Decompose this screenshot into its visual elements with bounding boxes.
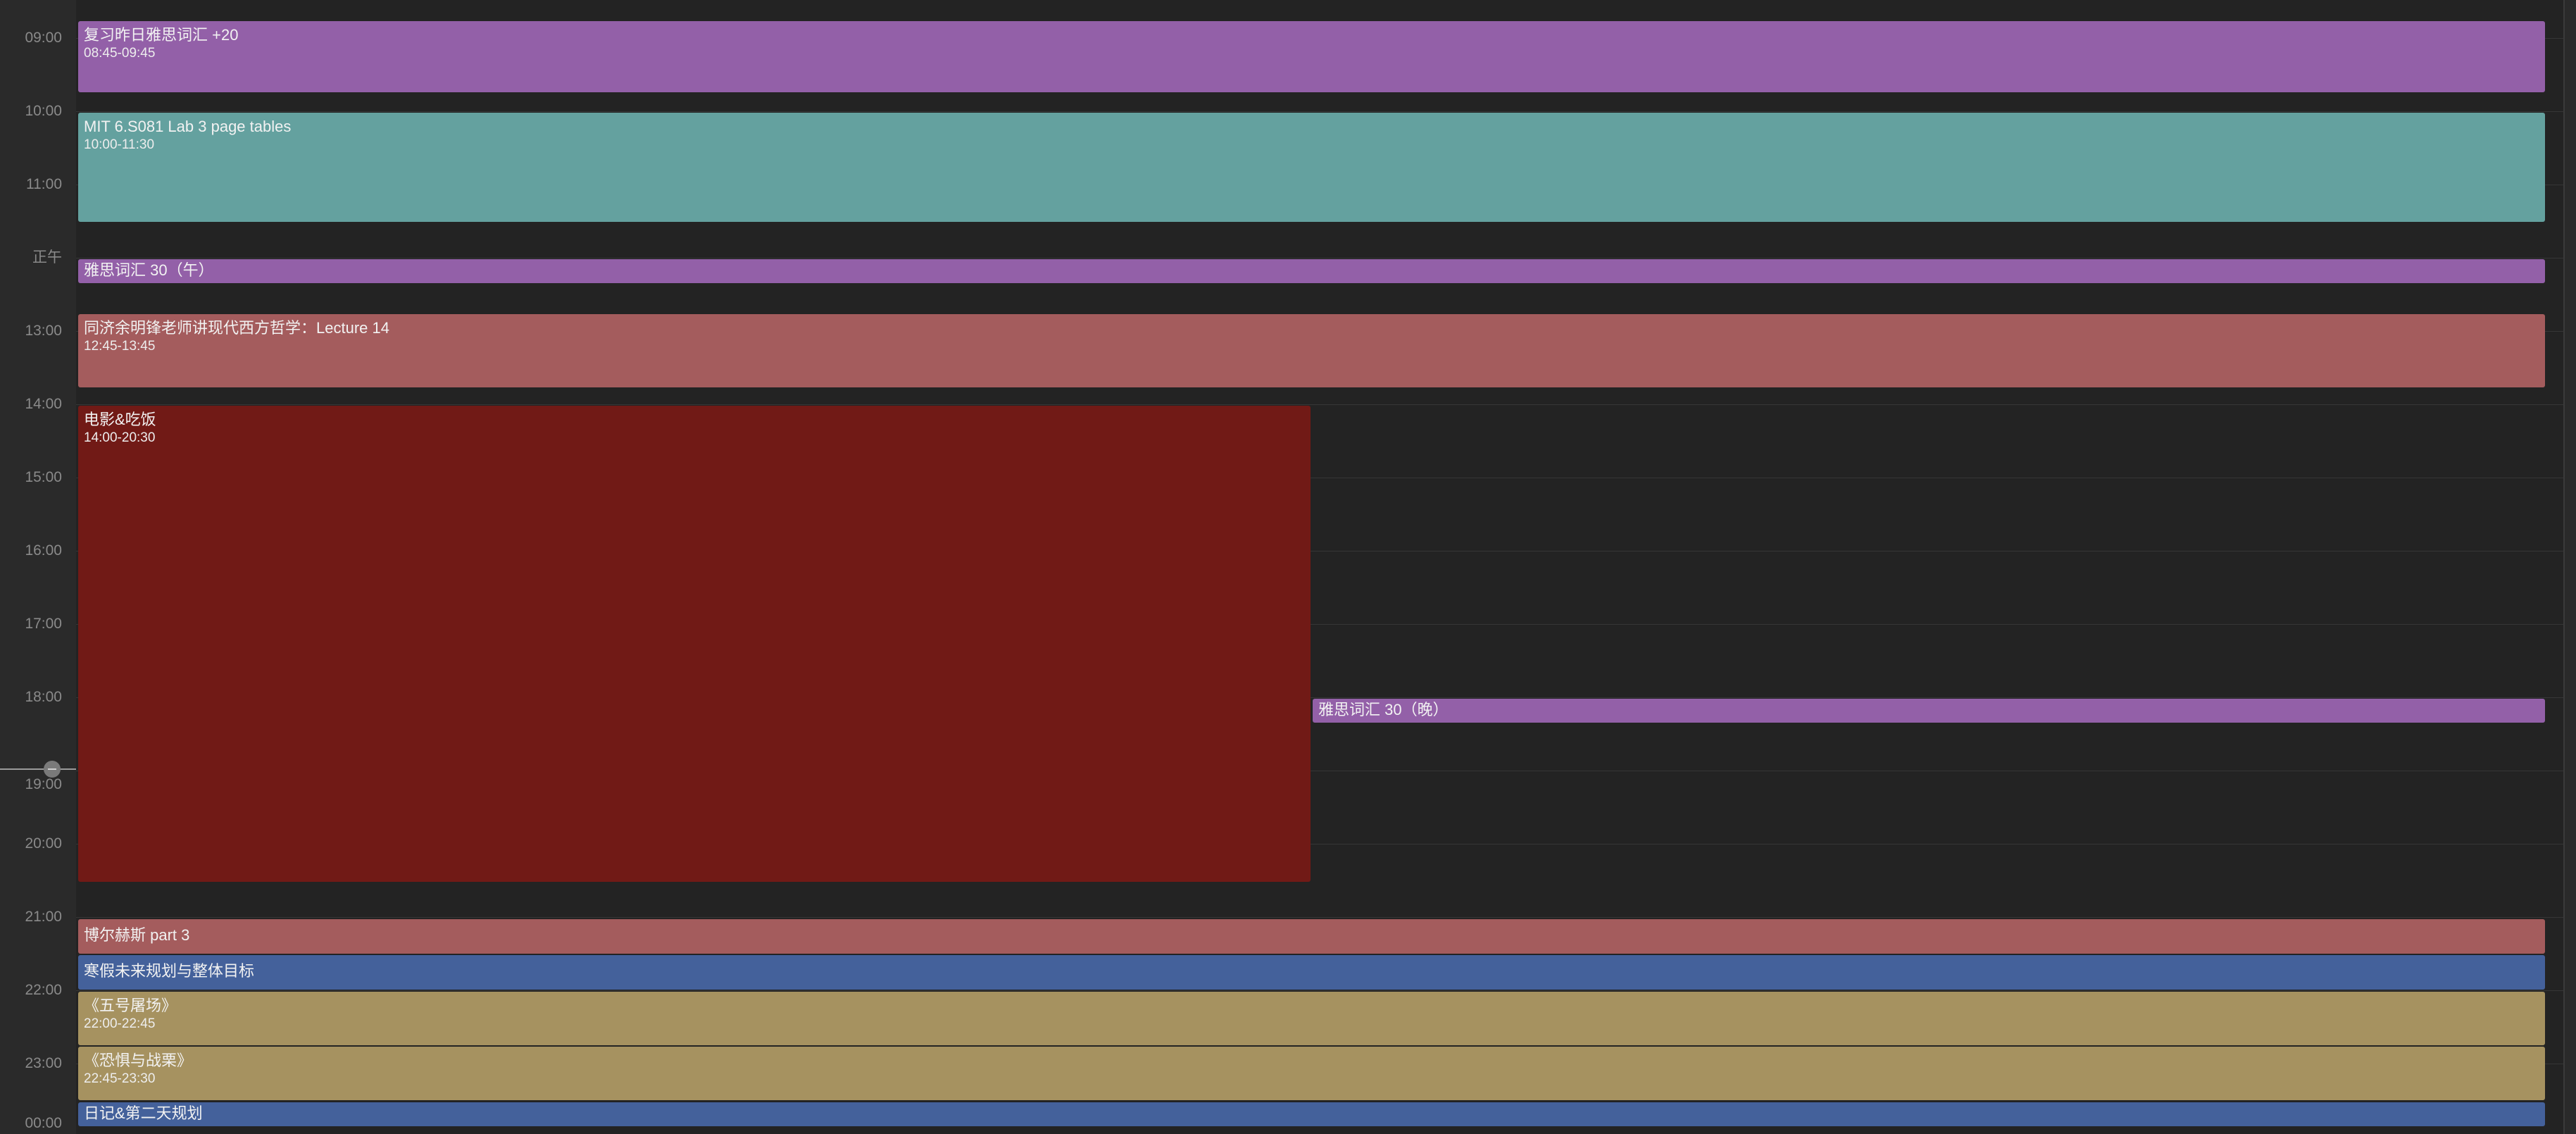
hour-label: 19:00 bbox=[25, 776, 62, 792]
event-time: 14:00-20:30 bbox=[84, 430, 156, 445]
hour-label: 17:00 bbox=[25, 616, 62, 632]
window-edge bbox=[2563, 0, 2576, 1134]
event-title: 雅思词汇 30（午） bbox=[84, 261, 214, 279]
event-time: 22:45-23:30 bbox=[84, 1071, 156, 1086]
current-time-indicator-icon bbox=[44, 761, 61, 778]
calendar-day-view: 09:00 10:00 11:00 正午 13:00 14:00 15:00 1… bbox=[0, 0, 2576, 1134]
event-title: 同济余明锋老师讲现代西方哲学：Lecture 14 bbox=[84, 319, 389, 337]
event-title: 日记&第二天规划 bbox=[84, 1104, 203, 1122]
hour-label: 23:00 bbox=[25, 1055, 62, 1071]
hour-gridline bbox=[76, 990, 2563, 991]
hour-label: 09:00 bbox=[25, 30, 62, 46]
event-slaughterhouse-five[interactable]: 《五号屠场》 22:00-22:45 bbox=[78, 992, 2545, 1045]
hour-label: 21:00 bbox=[25, 909, 62, 925]
event-time: 10:00-11:30 bbox=[84, 137, 155, 152]
event-time: 22:00-22:45 bbox=[84, 1016, 156, 1031]
event-title: 寒假未来规划与整体目标 bbox=[84, 962, 255, 980]
hour-label: 11:00 bbox=[26, 176, 62, 192]
hour-label: 15:00 bbox=[25, 469, 62, 485]
event-title: 《五号屠场》 bbox=[84, 997, 177, 1014]
event-ielts-noon[interactable]: 雅思词汇 30（午） bbox=[78, 259, 2545, 283]
hour-label: 22:00 bbox=[25, 982, 62, 998]
event-title: 《恐惧与战栗》 bbox=[84, 1052, 193, 1069]
event-title: 复习昨日雅思词汇 +20 bbox=[84, 26, 239, 44]
event-ielts-evening[interactable]: 雅思词汇 30（晚） bbox=[1313, 699, 2545, 723]
event-time: 12:45-13:45 bbox=[84, 339, 156, 354]
hour-label: 13:00 bbox=[25, 323, 62, 339]
event-time: 08:45-09:45 bbox=[84, 46, 156, 61]
hour-label: 14:00 bbox=[25, 396, 62, 412]
hour-label: 00:00 bbox=[25, 1115, 62, 1131]
event-title: 雅思词汇 30（晚） bbox=[1318, 701, 1449, 718]
event-title: MIT 6.S081 Lab 3 page tables bbox=[84, 118, 292, 135]
hour-gridline bbox=[76, 404, 2563, 405]
current-time-line bbox=[0, 768, 76, 770]
time-gutter: 09:00 10:00 11:00 正午 13:00 14:00 15:00 1… bbox=[0, 0, 76, 1134]
event-philosophy-lecture[interactable]: 同济余明锋老师讲现代西方哲学：Lecture 14 12:45-13:45 bbox=[78, 314, 2545, 387]
day-grid[interactable]: 复习昨日雅思词汇 +20 08:45-09:45 MIT 6.S081 Lab … bbox=[76, 0, 2563, 1134]
event-movie-dinner[interactable]: 电影&吃饭 14:00-20:30 bbox=[78, 406, 1311, 882]
hour-label: 18:00 bbox=[25, 689, 62, 705]
hour-gridline bbox=[76, 111, 2563, 112]
event-fear-and-trembling[interactable]: 《恐惧与战栗》 22:45-23:30 bbox=[78, 1047, 2545, 1100]
event-mit-6s081-lab[interactable]: MIT 6.S081 Lab 3 page tables 10:00-11:30 bbox=[78, 113, 2545, 222]
event-title: 电影&吃饭 bbox=[84, 411, 156, 428]
hour-label: 20:00 bbox=[25, 835, 62, 852]
event-title: 博尔赫斯 part 3 bbox=[84, 926, 190, 944]
hour-label: 16:00 bbox=[25, 542, 62, 559]
event-winter-planning[interactable]: 寒假未来规划与整体目标 bbox=[78, 955, 2545, 990]
event-diary-planning[interactable]: 日记&第二天规划 bbox=[78, 1102, 2545, 1126]
hour-label: 10:00 bbox=[25, 103, 62, 119]
event-ielts-review[interactable]: 复习昨日雅思词汇 +20 08:45-09:45 bbox=[78, 21, 2545, 92]
hour-gridline bbox=[76, 917, 2563, 918]
hour-label: 正午 bbox=[32, 249, 62, 266]
event-borges[interactable]: 博尔赫斯 part 3 bbox=[78, 919, 2545, 954]
